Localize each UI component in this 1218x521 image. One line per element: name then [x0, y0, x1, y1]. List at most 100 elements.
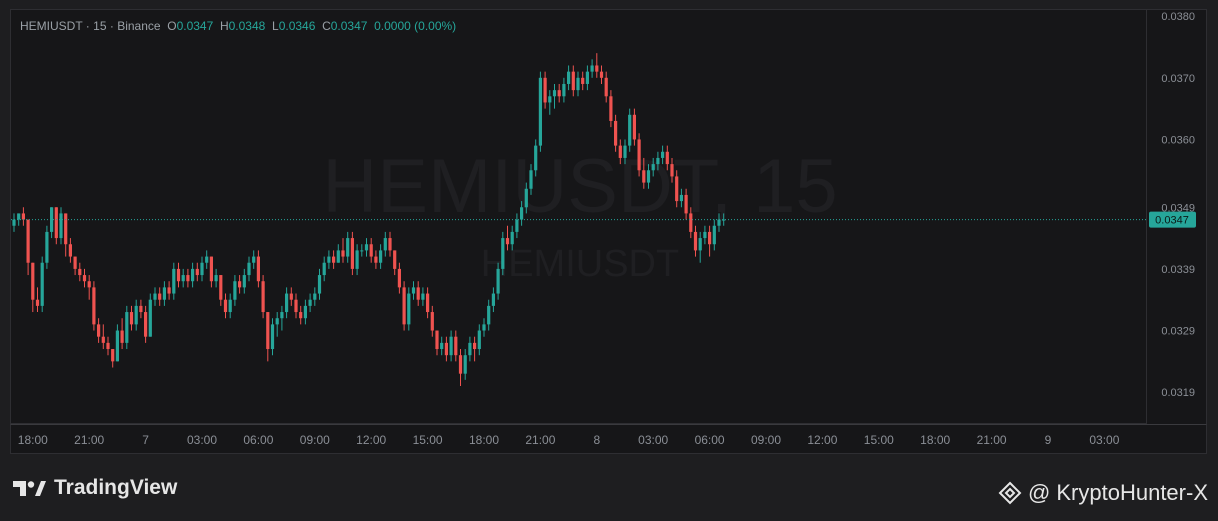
candle-body	[336, 250, 340, 263]
candle	[590, 59, 594, 78]
candle-body	[491, 293, 495, 306]
candle	[397, 262, 401, 294]
candle-body	[332, 256, 336, 263]
candle	[557, 83, 561, 103]
candle	[421, 287, 425, 306]
candle-body	[501, 238, 505, 269]
candle	[581, 71, 585, 91]
candle-body	[214, 275, 218, 282]
candle-body	[402, 287, 406, 325]
candle	[31, 262, 35, 313]
candle	[256, 250, 260, 288]
candle-body	[407, 293, 411, 325]
candle-body	[717, 219, 721, 226]
candle-body	[477, 330, 481, 350]
candle	[12, 213, 16, 232]
legend-sep-1: ·	[85, 19, 90, 33]
candle	[101, 324, 105, 350]
candle-body	[388, 238, 392, 251]
candle	[440, 336, 444, 356]
candle-body	[614, 120, 618, 146]
candle-body	[64, 213, 68, 245]
x-tick-label: 18:00	[920, 433, 950, 447]
candle-body	[585, 71, 589, 84]
candle-body	[487, 305, 491, 325]
candle-body	[534, 145, 538, 171]
candle	[289, 287, 293, 306]
candle-body	[200, 262, 204, 276]
candle-body	[139, 305, 143, 313]
x-tick-label: 06:00	[243, 433, 273, 447]
legend-close-value: 0.0347	[330, 19, 368, 33]
candle-body	[515, 219, 519, 232]
candle	[120, 318, 124, 350]
candle	[35, 287, 40, 313]
x-tick-label: 09:00	[751, 433, 781, 447]
candle-body	[383, 238, 387, 251]
candle-body	[285, 293, 289, 313]
x-tick-label: 12:00	[807, 433, 837, 447]
candle-body	[496, 268, 500, 294]
candle	[317, 268, 322, 300]
candle-body	[31, 262, 35, 300]
candle-body	[73, 256, 77, 269]
candle	[294, 293, 298, 319]
candle	[219, 275, 223, 306]
candle-body	[12, 219, 16, 226]
candle	[501, 231, 505, 276]
candle-body	[576, 77, 580, 91]
candle	[562, 77, 566, 103]
x-tick-label: 03:00	[187, 433, 217, 447]
legend-high-value: 0.0348	[228, 19, 266, 33]
y-tick-label: 0.0339	[1161, 264, 1195, 276]
candle-body	[548, 96, 552, 103]
candle-body	[360, 250, 364, 252]
candle-body	[426, 293, 430, 313]
candle-body	[355, 250, 359, 269]
candle	[416, 281, 420, 306]
author-handle: @ KryptoHunter-X	[1027, 480, 1208, 505]
y-tick-label: 0.0329	[1161, 326, 1195, 338]
candle	[285, 287, 289, 319]
tradingview-logo[interactable]: TradingView	[12, 476, 177, 500]
watermark-main: HEMIUSDT, 15	[322, 144, 837, 229]
candle	[426, 287, 430, 319]
candle-body	[665, 151, 669, 165]
candle	[303, 299, 307, 325]
candle-body	[303, 305, 307, 319]
candle	[82, 268, 87, 288]
candle	[214, 268, 218, 288]
candle-body	[17, 213, 21, 220]
candle-body	[40, 262, 44, 306]
candle-body	[628, 114, 632, 146]
candle-body	[158, 293, 162, 300]
candle-body	[421, 293, 425, 300]
candle	[449, 330, 453, 362]
candle-body	[520, 207, 524, 220]
candle-body	[684, 194, 688, 214]
x-tick-label: 15:00	[413, 433, 443, 447]
candle-body	[397, 268, 401, 288]
candle	[360, 244, 364, 257]
candle-body	[552, 90, 557, 97]
candle-body	[247, 262, 251, 276]
candle	[106, 336, 110, 356]
candle	[134, 299, 138, 331]
candle	[97, 318, 101, 343]
candle-body	[364, 244, 369, 251]
x-tick-label: 9	[1045, 433, 1052, 447]
candle	[153, 287, 157, 306]
candle	[411, 281, 416, 300]
candle-body	[238, 281, 242, 288]
candle	[567, 65, 571, 91]
candle-body	[661, 151, 665, 158]
candle	[59, 207, 63, 245]
candle	[444, 336, 448, 362]
candle	[228, 293, 232, 319]
candle-body	[68, 244, 72, 257]
candle	[167, 281, 171, 300]
candle	[693, 225, 698, 257]
candle	[125, 305, 129, 350]
legend-close-label: C	[322, 19, 331, 33]
candle-body	[191, 268, 195, 282]
